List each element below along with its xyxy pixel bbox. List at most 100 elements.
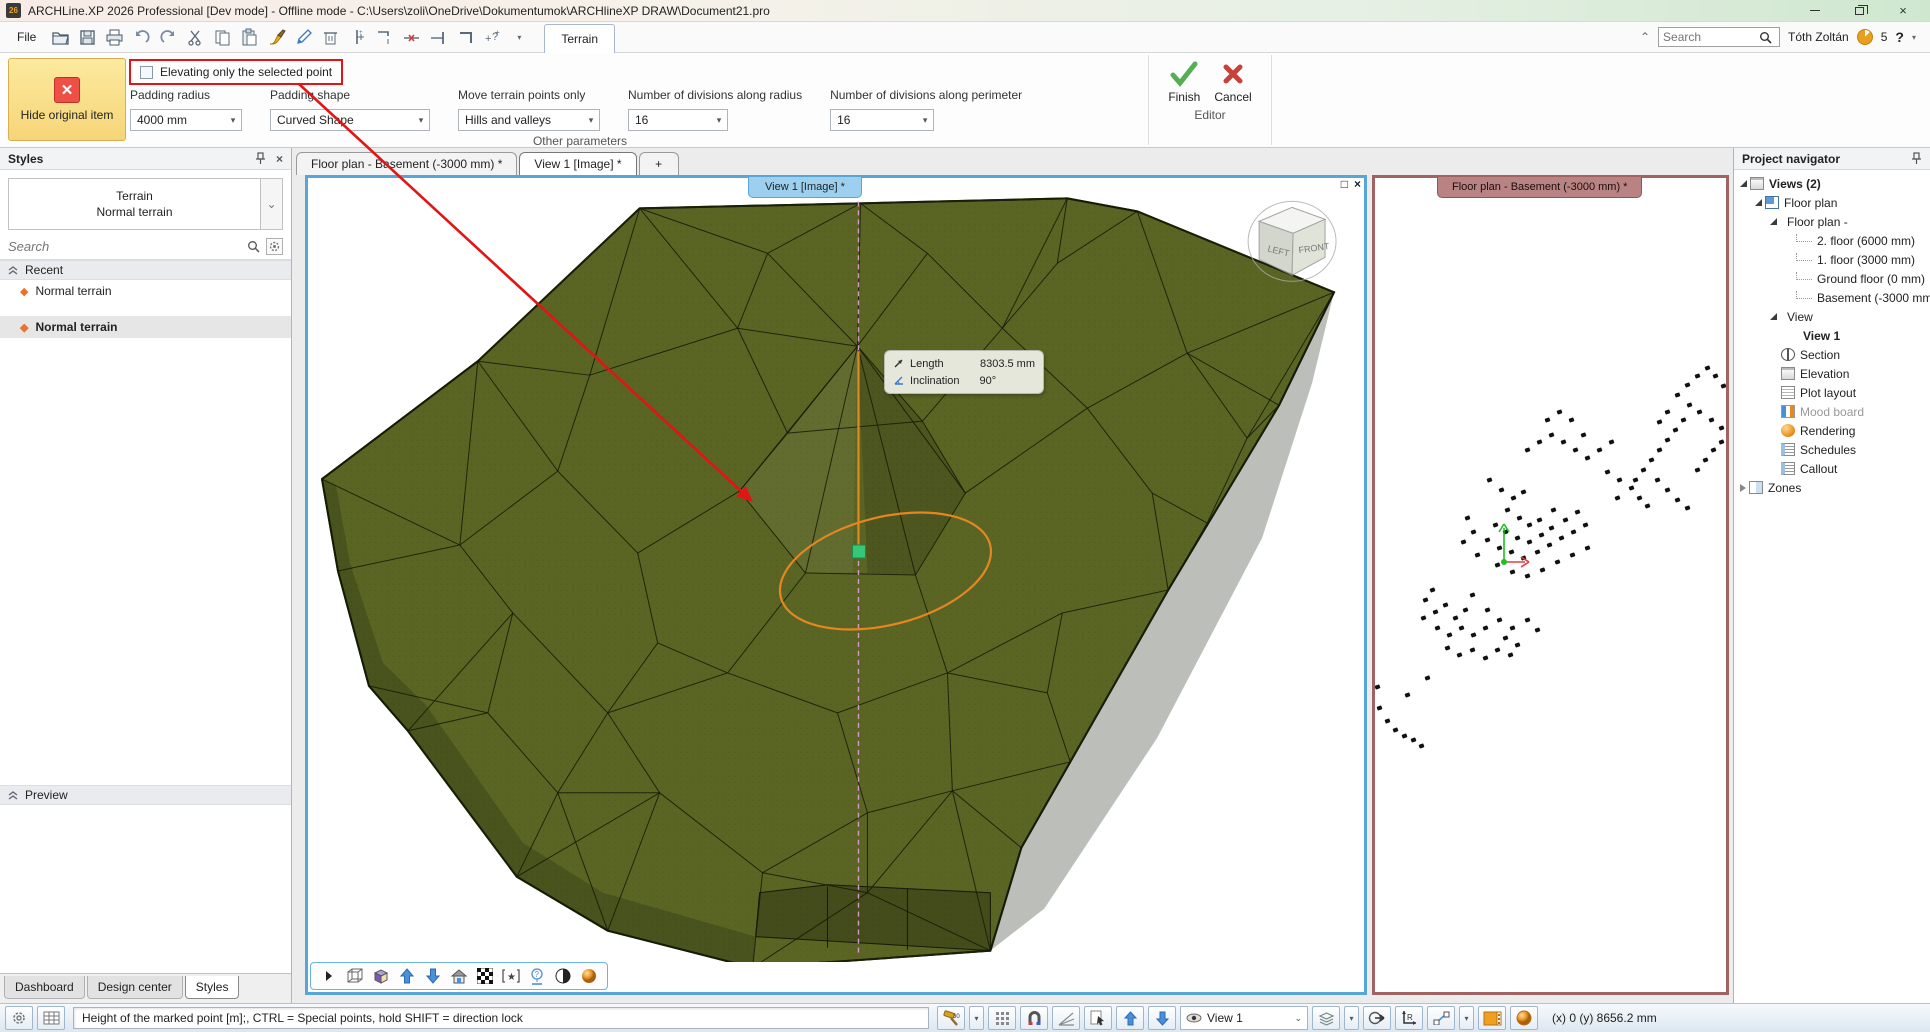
close-panel-icon[interactable]: × (276, 152, 283, 166)
dimension-tool-2-button[interactable] (372, 25, 396, 49)
tree-item-floor-plan[interactable]: Floor plan (1734, 193, 1930, 212)
dimension-tool-6-button[interactable]: +?+ (480, 25, 504, 49)
segment-tool-button[interactable] (1427, 1006, 1455, 1030)
dropdown-arrow-icon[interactable]: ▾ (225, 115, 241, 126)
tab-terrain[interactable]: Terrain (544, 24, 615, 53)
tree-item-mood-board[interactable]: Mood board (1734, 402, 1930, 421)
tab-floor-plan-basement-3000-mm-[interactable]: Floor plan - Basement (-3000 mm) * (296, 152, 517, 175)
dropdown-arrow-icon[interactable]: ▾ (917, 115, 933, 126)
settings-gear-icon[interactable] (266, 238, 283, 255)
dropdown-arrow-icon[interactable]: ▾ (413, 115, 429, 126)
param-select[interactable]: 16▾ (830, 109, 934, 131)
close-button[interactable]: × (1896, 4, 1910, 18)
view-combo-dropdown-icon[interactable]: ⌄ (1294, 1013, 1302, 1024)
tree-item-1-floor-3000-mm-[interactable]: 1. floor (3000 mm) (1734, 250, 1930, 269)
level-up-button[interactable] (1116, 1006, 1144, 1030)
help-dropdown-icon[interactable]: ▾ (1912, 33, 1916, 42)
tree-item-view-1[interactable]: View 1 (1734, 326, 1930, 345)
copy-button[interactable] (210, 25, 234, 49)
walk-mode-button[interactable] (1363, 1006, 1391, 1030)
cancel-button[interactable]: Cancel (1214, 61, 1251, 104)
terrain-3d-view[interactable]: LEFT FRONT (308, 192, 1364, 962)
styles-search-input[interactable] (8, 239, 241, 254)
window-maximize-icon[interactable]: □ (1341, 177, 1348, 191)
dimension-tool-3-button[interactable] (399, 25, 423, 49)
tree-expander-icon[interactable] (1755, 199, 1762, 206)
pencil-button[interactable] (291, 25, 315, 49)
floorplan-window-title[interactable]: Floor plan - Basement (-3000 mm) * (1437, 177, 1642, 198)
perspective-view-button[interactable] (449, 966, 469, 986)
active-view-combo[interactable]: View 1 ⌄ (1180, 1006, 1308, 1030)
grid-toggle-button[interactable] (988, 1006, 1016, 1030)
layers-dropdown[interactable]: ▾ (1344, 1006, 1359, 1030)
snap-toggle-button[interactable] (1020, 1006, 1048, 1030)
view-window-title[interactable]: View 1 [Image] * (748, 177, 862, 198)
dropdown-arrow-icon[interactable]: ▾ (583, 115, 599, 126)
license-pie-icon[interactable] (1857, 29, 1873, 45)
background-toggle-button[interactable] (475, 966, 495, 986)
style-selector[interactable]: Terrain Normal terrain ⌄ (8, 178, 283, 230)
collapse-ribbon-icon[interactable]: ⌃ (1640, 30, 1650, 44)
tree-expander-icon[interactable] (1740, 484, 1746, 492)
tree-item-elevation[interactable]: Elevation (1734, 364, 1930, 383)
grid-settings-button[interactable] (37, 1006, 65, 1030)
pin-icon[interactable] (255, 152, 266, 165)
tree-item-2-floor-6000-mm-[interactable]: 2. floor (6000 mm) (1734, 231, 1930, 250)
user-name[interactable]: Tóth Zoltán (1788, 30, 1849, 44)
panel-tab-design-center[interactable]: Design center (87, 976, 183, 999)
param-select[interactable]: Hills and valleys▾ (458, 109, 600, 131)
maximize-button[interactable] (1852, 4, 1866, 18)
selected-point-handle[interactable] (852, 545, 865, 558)
contrast-button[interactable] (553, 966, 573, 986)
dimension-tool-1-button[interactable]: + (345, 25, 369, 49)
param-select[interactable]: 16▾ (628, 109, 728, 131)
paste-button[interactable] (237, 25, 261, 49)
tree-expander-icon[interactable] (1770, 218, 1777, 225)
floorplan-canvas[interactable] (1375, 178, 1726, 992)
level-down-button[interactable] (1148, 1006, 1176, 1030)
effects-button[interactable]: ★ (501, 966, 521, 986)
undo-button[interactable] (129, 25, 153, 49)
hide-original-item-button[interactable]: ✕ Hide original item (8, 58, 126, 141)
tree-expander-icon[interactable] (1740, 180, 1747, 187)
cut-button[interactable] (183, 25, 207, 49)
dimension-tool-5-button[interactable] (453, 25, 477, 49)
construction-tool-dropdown[interactable]: ▾ (969, 1006, 984, 1030)
elevate-point-option[interactable]: Elevating only the selected point (129, 59, 343, 85)
command-hint[interactable]: Height of the marked point [m];, CTRL = … (73, 1007, 929, 1029)
file-button[interactable]: File (8, 25, 45, 49)
construction-tool-button[interactable]: 30 (937, 1006, 965, 1030)
panel-tab-styles[interactable]: Styles (185, 976, 240, 999)
tree-item-views-2-[interactable]: Views (2) (1734, 174, 1930, 193)
settings-button[interactable] (5, 1006, 33, 1030)
search-input[interactable] (1663, 30, 1759, 44)
elevate-point-checkbox[interactable] (140, 66, 153, 79)
window-close-icon[interactable]: × (1354, 177, 1361, 191)
view-window[interactable]: View 1 [Image] * □ × (305, 175, 1367, 995)
delete-button[interactable] (318, 25, 342, 49)
layers-button[interactable] (1312, 1006, 1340, 1030)
brush-button[interactable] (264, 25, 288, 49)
style-item-normal-terrain-selected[interactable]: ◆ Normal terrain (0, 316, 291, 338)
param-select[interactable]: 4000 mm▾ (130, 109, 242, 131)
help-button[interactable]: ? (1895, 29, 1904, 45)
save-button[interactable] (75, 25, 99, 49)
tree-item-callout[interactable]: Callout (1734, 459, 1930, 478)
render-quick-button[interactable] (1510, 1006, 1538, 1030)
wireframe-mode-button[interactable] (345, 966, 365, 986)
preview-section-header[interactable]: Preview (0, 785, 291, 805)
navigation-cube[interactable]: LEFT FRONT (1248, 201, 1336, 281)
dimension-tool-4-button[interactable] (426, 25, 450, 49)
relative-origin-button[interactable]: R (1395, 1006, 1423, 1030)
segment-tool-dropdown[interactable]: ▾ (1459, 1006, 1474, 1030)
style-item-normal-terrain[interactable]: ◆ Normal terrain (0, 280, 291, 302)
print-button[interactable] (102, 25, 126, 49)
tree-item-rendering[interactable]: Rendering (1734, 421, 1930, 440)
tree-item-floor-plan-[interactable]: Floor plan - (1734, 212, 1930, 231)
style-selector-dropdown-icon[interactable]: ⌄ (260, 179, 282, 229)
move-up-button[interactable] (397, 966, 417, 986)
tree-item-plot-layout[interactable]: Plot layout (1734, 383, 1930, 402)
global-search[interactable] (1658, 27, 1780, 47)
open-button[interactable] (48, 25, 72, 49)
dropdown-arrow-icon[interactable]: ▾ (711, 115, 727, 126)
